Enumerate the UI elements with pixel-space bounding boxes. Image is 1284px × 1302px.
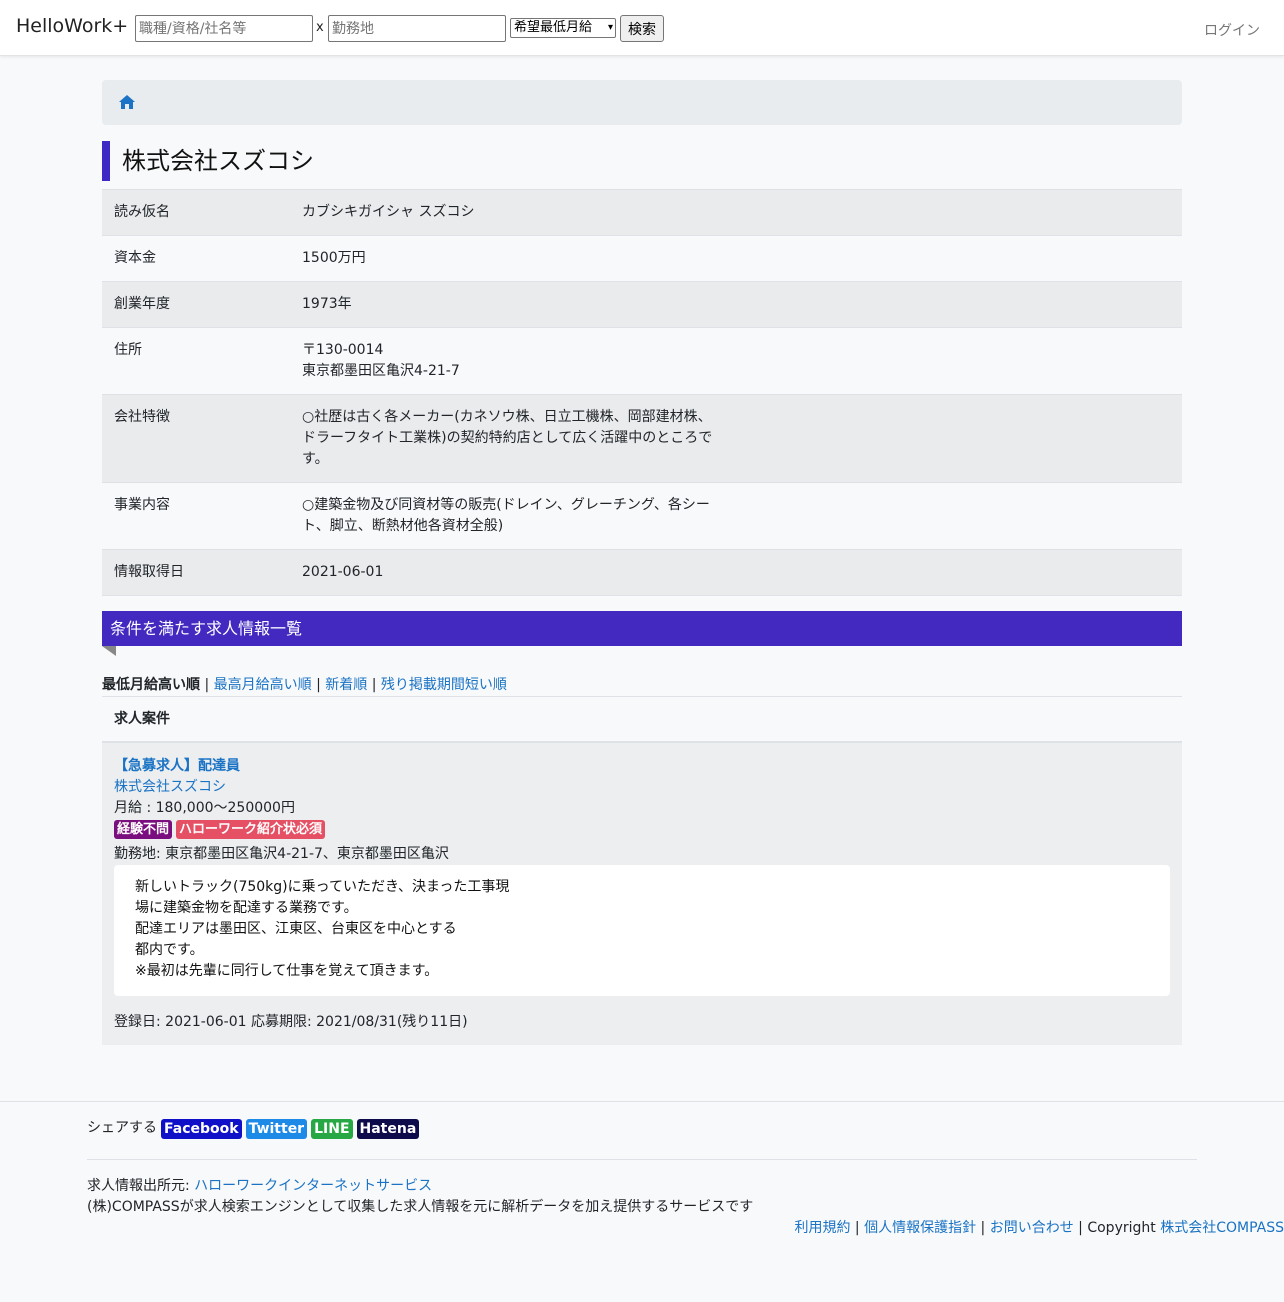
- table-row: 創業年度 1973年: [102, 282, 1182, 328]
- sort-separator: |: [316, 677, 321, 693]
- job-title-link[interactable]: 【急募求人】配達員: [114, 756, 240, 777]
- table-row: 資本金 1500万円: [102, 236, 1182, 282]
- sort-bar: 最低月給高い順 | 最高月給高い順 | 新着順 | 残り掲載期間短い順: [102, 676, 507, 694]
- row-value: カブシキガイシャ スズコシ: [302, 204, 475, 220]
- share-hatena-button[interactable]: Hatena: [356, 1118, 420, 1139]
- search-button[interactable]: 検索: [620, 15, 664, 42]
- section-header-corner: [102, 646, 116, 656]
- share-bar: シェアする Facebook Twitter LINE Hatena: [87, 1118, 420, 1139]
- row-value: ○建築金物及び同資材等の販売(ドレイン、グレーチング、各シー ト、脚立、断熱材他…: [302, 497, 710, 534]
- share-twitter-button[interactable]: Twitter: [245, 1118, 308, 1139]
- section-header: 条件を満たす求人情報一覧: [102, 611, 1182, 646]
- share-facebook-button[interactable]: Facebook: [161, 1118, 242, 1139]
- job-card: 【急募求人】配達員 株式会社スズコシ 月給 : 180,000〜250000円 …: [102, 743, 1182, 1045]
- row-key: 事業内容: [114, 497, 170, 513]
- about-text: (株)COMPASSが求人検索エンジンとして収集した求人情報を元に解析データを加…: [87, 1199, 754, 1215]
- footer-separator: |: [854, 1220, 860, 1236]
- location-search-input[interactable]: [328, 15, 506, 42]
- copyright-label: Copyright: [1087, 1220, 1156, 1236]
- company-info-table: 読み仮名 カブシキガイシャ スズコシ 資本金 1500万円 創業年度 1973年…: [102, 189, 1182, 596]
- keyword-search-input[interactable]: [135, 15, 313, 42]
- copyright-company-link[interactable]: 株式会社COMPASS: [1160, 1220, 1284, 1236]
- footer-divider: [87, 1159, 1197, 1160]
- sort-max-salary-link[interactable]: 最高月給高い順: [214, 677, 312, 693]
- job-dates: 登録日: 2021-06-01 応募期限: 2021/08/31(残り11日): [114, 1014, 468, 1030]
- job-salary: 月給 : 180,000〜250000円: [114, 800, 295, 816]
- sort-expiring-link[interactable]: 残り掲載期間短い順: [381, 677, 507, 693]
- footer-links: 利用規約 | 個人情報保護指針 | お問い合わせ | Copyright 株式会…: [794, 1218, 1284, 1239]
- row-key: 情報取得日: [114, 564, 184, 580]
- login-link[interactable]: ログイン: [1204, 20, 1260, 40]
- terms-link[interactable]: 利用規約: [794, 1220, 850, 1236]
- home-icon[interactable]: [119, 95, 135, 109]
- sort-active: 最低月給高い順: [102, 677, 200, 693]
- sort-newest-link[interactable]: 新着順: [325, 677, 367, 693]
- source-line: 求人情報出所元: ハローワークインターネットサービス: [87, 1176, 432, 1197]
- row-key: 創業年度: [114, 296, 170, 312]
- search-separator: x: [316, 20, 324, 35]
- row-value: 1500万円: [302, 250, 366, 266]
- source-label: 求人情報出所元:: [87, 1178, 195, 1194]
- contact-link[interactable]: お問い合わせ: [990, 1220, 1074, 1236]
- share-line-button[interactable]: LINE: [311, 1118, 353, 1139]
- job-location: 勤務地: 東京都墨田区亀沢4-21-7、東京都墨田区亀沢: [114, 846, 449, 862]
- row-key: 住所: [114, 342, 142, 358]
- table-row: 事業内容 ○建築金物及び同資材等の販売(ドレイン、グレーチング、各シー ト、脚立…: [102, 483, 1182, 550]
- row-key: 会社特徴: [114, 409, 170, 425]
- job-company-link[interactable]: 株式会社スズコシ: [114, 777, 226, 798]
- job-description: 新しいトラック(750kg)に乗っていただき、決まった工事現 場に建築金物を配達…: [114, 865, 1170, 996]
- footer-separator: |: [1078, 1220, 1083, 1236]
- sort-separator: |: [371, 677, 377, 693]
- badge-no-experience: 経験不問: [114, 820, 173, 839]
- table-row: 読み仮名 カブシキガイシャ スズコシ: [102, 190, 1182, 236]
- table-row: 情報取得日 2021-06-01: [102, 550, 1182, 596]
- navbar: HelloWork+ x 希望最低月給 ▾ 検索 ログイン: [0, 0, 1284, 56]
- breadcrumb: [102, 80, 1182, 125]
- footer-separator: |: [980, 1220, 986, 1236]
- job-badges: 経験不問 ハローワーク紹介状必須: [114, 820, 326, 839]
- badge-referral-required: ハローワーク紹介状必須: [176, 820, 326, 839]
- page-title: 株式会社スズコシ: [102, 141, 314, 181]
- row-value: 〒130-0014 東京都墨田区亀沢4-21-7: [302, 342, 460, 379]
- row-key: 資本金: [114, 250, 156, 266]
- table-row: 住所 〒130-0014 東京都墨田区亀沢4-21-7: [102, 328, 1182, 395]
- row-key: 読み仮名: [114, 204, 170, 220]
- sort-separator: |: [204, 677, 210, 693]
- salary-select[interactable]: 希望最低月給 ▾: [510, 18, 616, 38]
- row-value: 1973年: [302, 296, 352, 312]
- footer-divider: [0, 1101, 1284, 1102]
- brand-logo[interactable]: HelloWork+: [16, 15, 128, 37]
- salary-select-value: 希望最低月給: [514, 20, 593, 35]
- chevron-down-icon: ▾: [607, 22, 613, 33]
- share-label: シェアする: [87, 1120, 157, 1136]
- job-list-header: 求人案件: [102, 696, 1182, 743]
- row-value: ○社歴は古く各メーカー(カネソウ株、日立工機株、岡部建材株、 ドラーフタイト工業…: [302, 409, 713, 467]
- privacy-link[interactable]: 個人情報保護指針: [864, 1220, 976, 1236]
- source-link[interactable]: ハローワークインターネットサービス: [194, 1178, 432, 1194]
- row-value: 2021-06-01: [302, 564, 384, 580]
- table-row: 会社特徴 ○社歴は古く各メーカー(カネソウ株、日立工機株、岡部建材株、 ドラーフ…: [102, 395, 1182, 483]
